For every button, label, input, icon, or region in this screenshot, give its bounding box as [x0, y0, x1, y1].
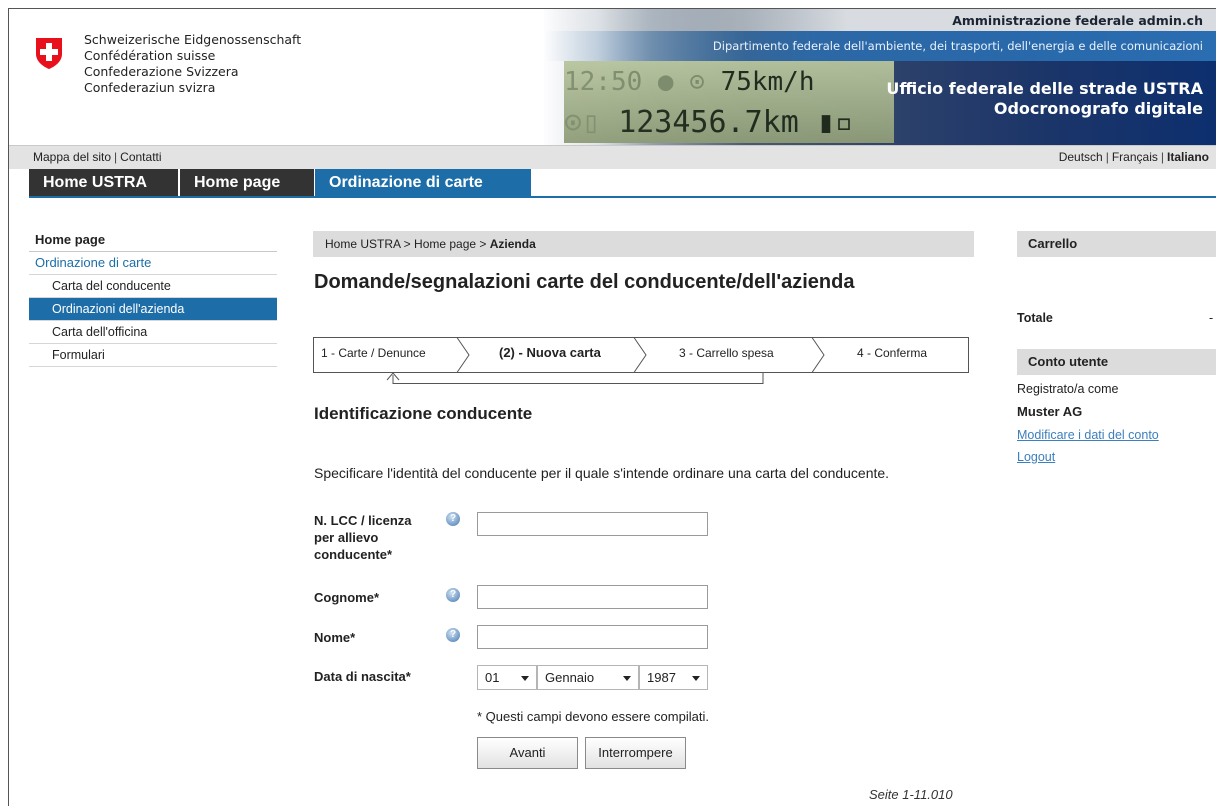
chevron-down-icon — [521, 676, 529, 681]
lang-fr-link[interactable]: Français — [1112, 150, 1158, 164]
account-header: Conto utente — [1017, 349, 1216, 375]
cart-total-value: - — [1209, 311, 1214, 325]
registered-as-text: Registrato/a come — [1017, 382, 1119, 396]
chevron-down-icon — [623, 676, 631, 681]
display-speed: 75km/h — [720, 67, 815, 97]
nav-underline — [29, 196, 1216, 198]
sitemap-link[interactable]: Mappa del sito — [33, 150, 111, 164]
edit-account-link[interactable]: Modificare i dati del conto — [1017, 428, 1159, 442]
confederation-de: Schweizerische Eidgenossenschaft — [84, 32, 302, 47]
dob-day-select[interactable]: 01 — [477, 665, 537, 690]
breadcrumb-path[interactable]: Home USTRA > Home page > — [325, 237, 490, 251]
swiss-coat-of-arms-icon — [36, 38, 62, 69]
admin-link[interactable]: Amministrazione federale admin.ch — [952, 13, 1203, 28]
step-3: 3 - Carrello spesa — [679, 346, 774, 360]
header-banner: Amministrazione federale admin.ch Dipart… — [544, 9, 1216, 145]
display-time: 12:50 — [564, 67, 643, 97]
office-name: Ufficio federale delle strade USTRA — [886, 79, 1203, 98]
department-name: Dipartimento federale dell'ambiente, dei… — [712, 39, 1203, 53]
name-help-icon[interactable]: ? — [446, 628, 460, 642]
confederation-it: Confederazione Svizzera — [84, 64, 239, 79]
step-4: 4 - Conferma — [857, 346, 928, 360]
dob-year-value: 1987 — [647, 670, 676, 685]
dob-year-select[interactable]: 1987 — [639, 665, 708, 690]
surname-label: Cognome* — [314, 590, 379, 605]
breadcrumb-current: Azienda — [489, 237, 536, 251]
dob-label: Data di nascita* — [314, 669, 411, 684]
breadcrumb: Home USTRA > Home page > Azienda — [313, 231, 974, 257]
page-number: Seite 1-11.010 — [869, 787, 953, 802]
tab-home-page[interactable]: Home page — [180, 169, 314, 196]
menu-item-formulari[interactable]: Formulari — [29, 344, 277, 367]
page-title: Domande/segnalazioni carte del conducent… — [314, 271, 855, 293]
lcc-label-line: N. LCC / licenza — [314, 513, 412, 528]
site-header: Schweizerische Eidgenossenschaft Confédé… — [9, 9, 1216, 145]
utility-bar: Mappa del sito | Contatti Deutsch | Français… — [9, 145, 1216, 170]
lcc-label-line: conducente* — [314, 547, 393, 562]
cart-header: Carrello — [1017, 231, 1216, 257]
step-2-current: (2) - Nuova carta — [499, 345, 601, 360]
lcc-input[interactable] — [477, 512, 708, 536]
menu-item-ordinazione-di-carte[interactable]: Ordinazione di carte — [29, 252, 277, 275]
logout-link[interactable]: Logout — [1017, 450, 1055, 464]
dob-month-select[interactable]: Gennaio — [537, 665, 639, 690]
step-1[interactable]: 1 - Carte / Denunce — [321, 346, 426, 360]
lang-de-link[interactable]: Deutsch — [1059, 150, 1103, 164]
tab-home-ustra[interactable]: Home USTRA — [29, 169, 178, 196]
main-nav: Home USTRA Home page Ordinazione di cart… — [9, 169, 1216, 198]
lcc-help-icon[interactable]: ? — [446, 512, 460, 526]
confederation-rm: Confederaziun svizra — [84, 80, 216, 95]
name-input[interactable] — [477, 625, 708, 649]
next-button[interactable]: Avanti — [477, 737, 578, 769]
menu-item-home-page[interactable]: Home page — [29, 229, 277, 252]
surname-help-icon[interactable]: ? — [446, 588, 460, 602]
intro-text: Specificare l'identità del conducente pe… — [314, 465, 890, 481]
menu-item-ordinazioni-azienda[interactable]: Ordinazioni dell'azienda — [29, 298, 277, 321]
page-frame: Schweizerische Eidgenossenschaft Confédé… — [8, 8, 1216, 806]
dob-day-value: 01 — [485, 670, 500, 685]
office-title: Ufficio federale delle strade USTRA Odoc… — [886, 79, 1203, 119]
lcc-label-line: per allievo — [314, 530, 379, 545]
wizard-steps: 1 - Carte / Denunce (2) - Nuova carta 3 … — [313, 337, 969, 384]
tab-ordinazione-di-carte[interactable]: Ordinazione di carte — [315, 169, 531, 196]
menu-item-carta-officina[interactable]: Carta dell'officina — [29, 321, 277, 344]
lang-it-link[interactable]: Italiano — [1167, 150, 1209, 164]
cart-total-label: Totale — [1017, 311, 1053, 325]
name-label: Nome* — [314, 630, 356, 645]
dob-month-value: Gennaio — [545, 670, 595, 685]
contacts-link[interactable]: Contatti — [120, 150, 161, 164]
surname-input[interactable] — [477, 585, 708, 609]
user-name: Muster AG — [1017, 404, 1083, 419]
department-bar: Dipartimento federale dell'ambiente, dei… — [544, 31, 1216, 61]
required-note: * Questi campi devono essere compilati. — [477, 709, 709, 724]
confederation-fr: Confédération suisse — [84, 48, 216, 63]
tachograph-display-image: 12:50 ● ⊙ 75km/h ⊙▯ 123456.7km ▮▫ — [564, 61, 894, 143]
left-menu: Home page Ordinazione di carte Carta del… — [29, 229, 277, 367]
lcc-label: N. LCC / licenza per allievo conducente* — [314, 512, 412, 563]
cancel-button[interactable]: Interrompere — [585, 737, 686, 769]
office-subtitle: Odocronografo digitale — [993, 99, 1203, 118]
section-title: Identificazione conducente — [314, 404, 533, 423]
menu-item-carta-del-conducente[interactable]: Carta del conducente — [29, 275, 277, 298]
display-odometer: 123456.7km — [618, 105, 799, 140]
confederation-name: Schweizerische Eidgenossenschaft Confédé… — [84, 32, 301, 96]
chevron-down-icon — [692, 676, 700, 681]
